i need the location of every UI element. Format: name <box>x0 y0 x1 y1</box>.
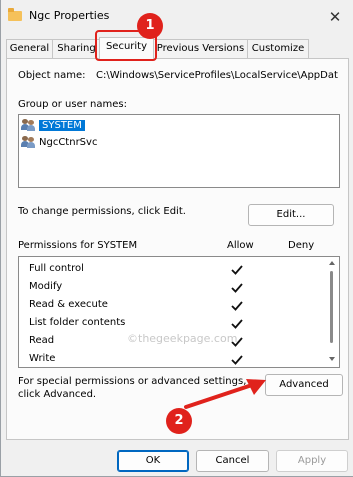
title-bar: Ngc Properties ✕ <box>1 0 353 34</box>
users-icon <box>21 119 39 131</box>
tab-customize[interactable]: Customize <box>247 39 309 58</box>
change-permissions-hint: To change permissions, click Edit. <box>18 206 186 217</box>
check-icon <box>231 354 243 366</box>
user-item-ngcctnrsvc[interactable]: NgcCtnrSvc <box>21 136 97 150</box>
deny-column-header: Deny <box>288 240 315 251</box>
users-icon <box>21 136 39 148</box>
permission-read: Read <box>29 335 55 346</box>
cancel-button[interactable]: Cancel <box>196 450 269 472</box>
folder-icon <box>8 8 22 21</box>
permission-write: Write <box>29 353 56 364</box>
scroll-up-icon[interactable] <box>329 261 335 265</box>
permission-modify: Modify <box>29 281 63 292</box>
watermark: ©thegeekpage.com <box>127 332 238 345</box>
permission-list-folder: List folder contents <box>29 317 126 328</box>
user-item-system[interactable]: SYSTEM <box>21 119 85 133</box>
tab-previous-versions[interactable]: Previous Versions <box>153 39 248 58</box>
object-name-label: Object name: <box>18 70 86 81</box>
check-icon <box>231 282 243 294</box>
ok-button[interactable]: OK <box>117 450 189 472</box>
close-icon[interactable]: ✕ <box>320 4 350 30</box>
scroll-thumb[interactable] <box>330 271 333 343</box>
permissions-list: Full control Modify Read & execute List … <box>18 256 340 368</box>
window-title: Ngc Properties <box>29 9 110 22</box>
check-icon <box>231 300 243 312</box>
permissions-label: Permissions for SYSTEM <box>18 240 138 251</box>
scroll-down-icon[interactable] <box>329 357 335 361</box>
user-name: SYSTEM <box>39 120 85 131</box>
edit-button[interactable]: Edit... <box>248 204 334 226</box>
permission-read-execute: Read & execute <box>29 299 108 310</box>
advanced-button[interactable]: Advanced <box>265 374 343 396</box>
step-1-badge: 1 <box>137 13 163 39</box>
object-name-value: C:\Windows\ServiceProfiles\LocalService\… <box>96 70 338 81</box>
tab-general[interactable]: General <box>6 39 53 58</box>
permissions-scrollbar[interactable] <box>327 259 337 363</box>
allow-column-header: Allow <box>227 240 254 251</box>
arrow-icon <box>184 379 266 409</box>
step-2-badge: 2 <box>166 408 192 434</box>
apply-button[interactable]: Apply <box>276 450 348 472</box>
user-name: NgcCtnrSvc <box>39 137 98 148</box>
advanced-hint-line2: click Advanced. <box>18 389 97 400</box>
permission-full-control: Full control <box>29 263 84 274</box>
check-icon <box>231 318 243 330</box>
user-list[interactable]: SYSTEM NgcCtnrSvc <box>18 114 340 188</box>
properties-window: Ngc Properties ✕ General Sharing Securit… <box>0 0 353 477</box>
tab-sharing[interactable]: Sharing <box>52 39 101 58</box>
group-names-label: Group or user names: <box>18 99 127 110</box>
check-icon <box>231 264 243 276</box>
